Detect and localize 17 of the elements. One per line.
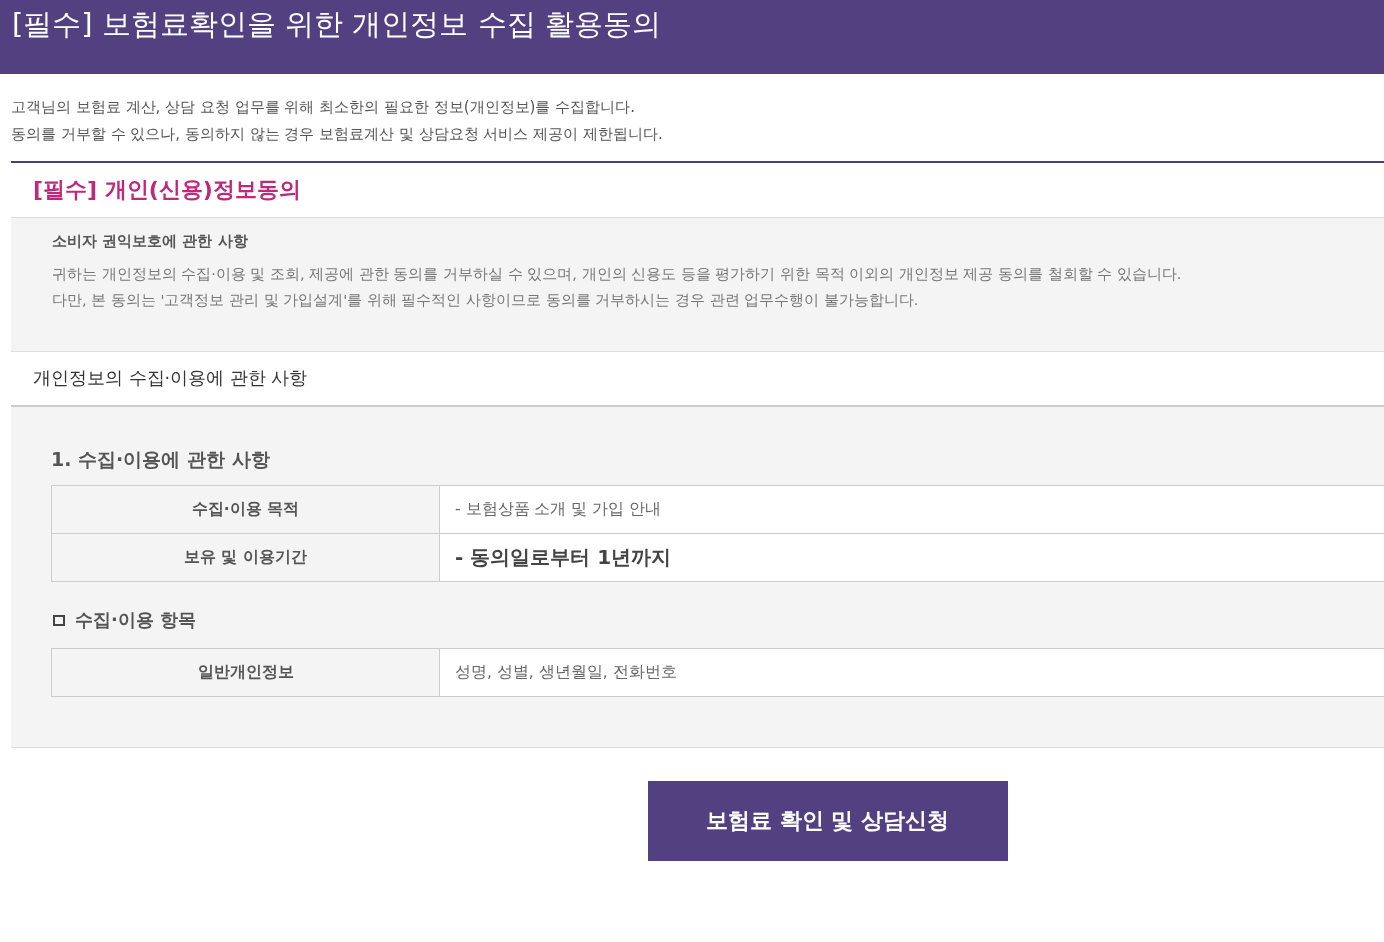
table-label-cell: 수집·이용 목적 <box>52 486 440 534</box>
detail-heading: 1. 수집·이용에 관한 사항 <box>51 447 271 472</box>
square-icon <box>53 614 65 626</box>
table-label-cell: 보유 및 이용기간 <box>52 534 440 582</box>
table-value-cell: - 보험상품 소개 및 가입 안내 <box>440 486 1384 534</box>
page-title: [필수] 보험료확인을 위한 개인정보 수집 활용동의 <box>12 6 661 43</box>
items-heading: 수집·이용 항목 <box>75 608 197 632</box>
intro-text: 고객님의 보험료 계산, 상담 요청 업무를 위해 최소한의 필요한 정보(개인정보)를 수집합니다. <box>11 97 636 118</box>
table-value-cell: 성명, 성별, 생년월일, 전화번호 <box>440 649 1384 697</box>
intro-text: 동의를 거부할 수 있으나, 동의하지 않는 경우 보험료계산 및 상담요청 서비스 제공이 제한됩니다. <box>11 124 664 145</box>
section-title: [필수] 개인(신용)정보동의 <box>33 176 302 204</box>
table-value-cell: - 동의일로부터 1년까지 <box>440 534 1384 582</box>
table-label-cell: 일반개인정보 <box>52 649 440 697</box>
notice-text: 귀하는 개인정보의 수집·이용 및 조회, 제공에 관한 동의를 거부하실 수 있으며, 개인의 신용도 등을 평가하기 위한 목적 이외의 개인정보 제공 동의를 철회할 수 있습니다. <box>52 265 1183 284</box>
submit-button[interactable]: 보험료 확인 및 상담신청 <box>647 781 1008 861</box>
notice-title: 소비자 권익보호에 관한 사항 <box>52 232 249 251</box>
notice-text: 다만, 본 동의는 '고객정보 관리 및 가입설계'를 위해 필수적인 사항이므로 동의를 거부하시는 경우 관련 업무수행이 불가능합니다. <box>52 291 920 310</box>
